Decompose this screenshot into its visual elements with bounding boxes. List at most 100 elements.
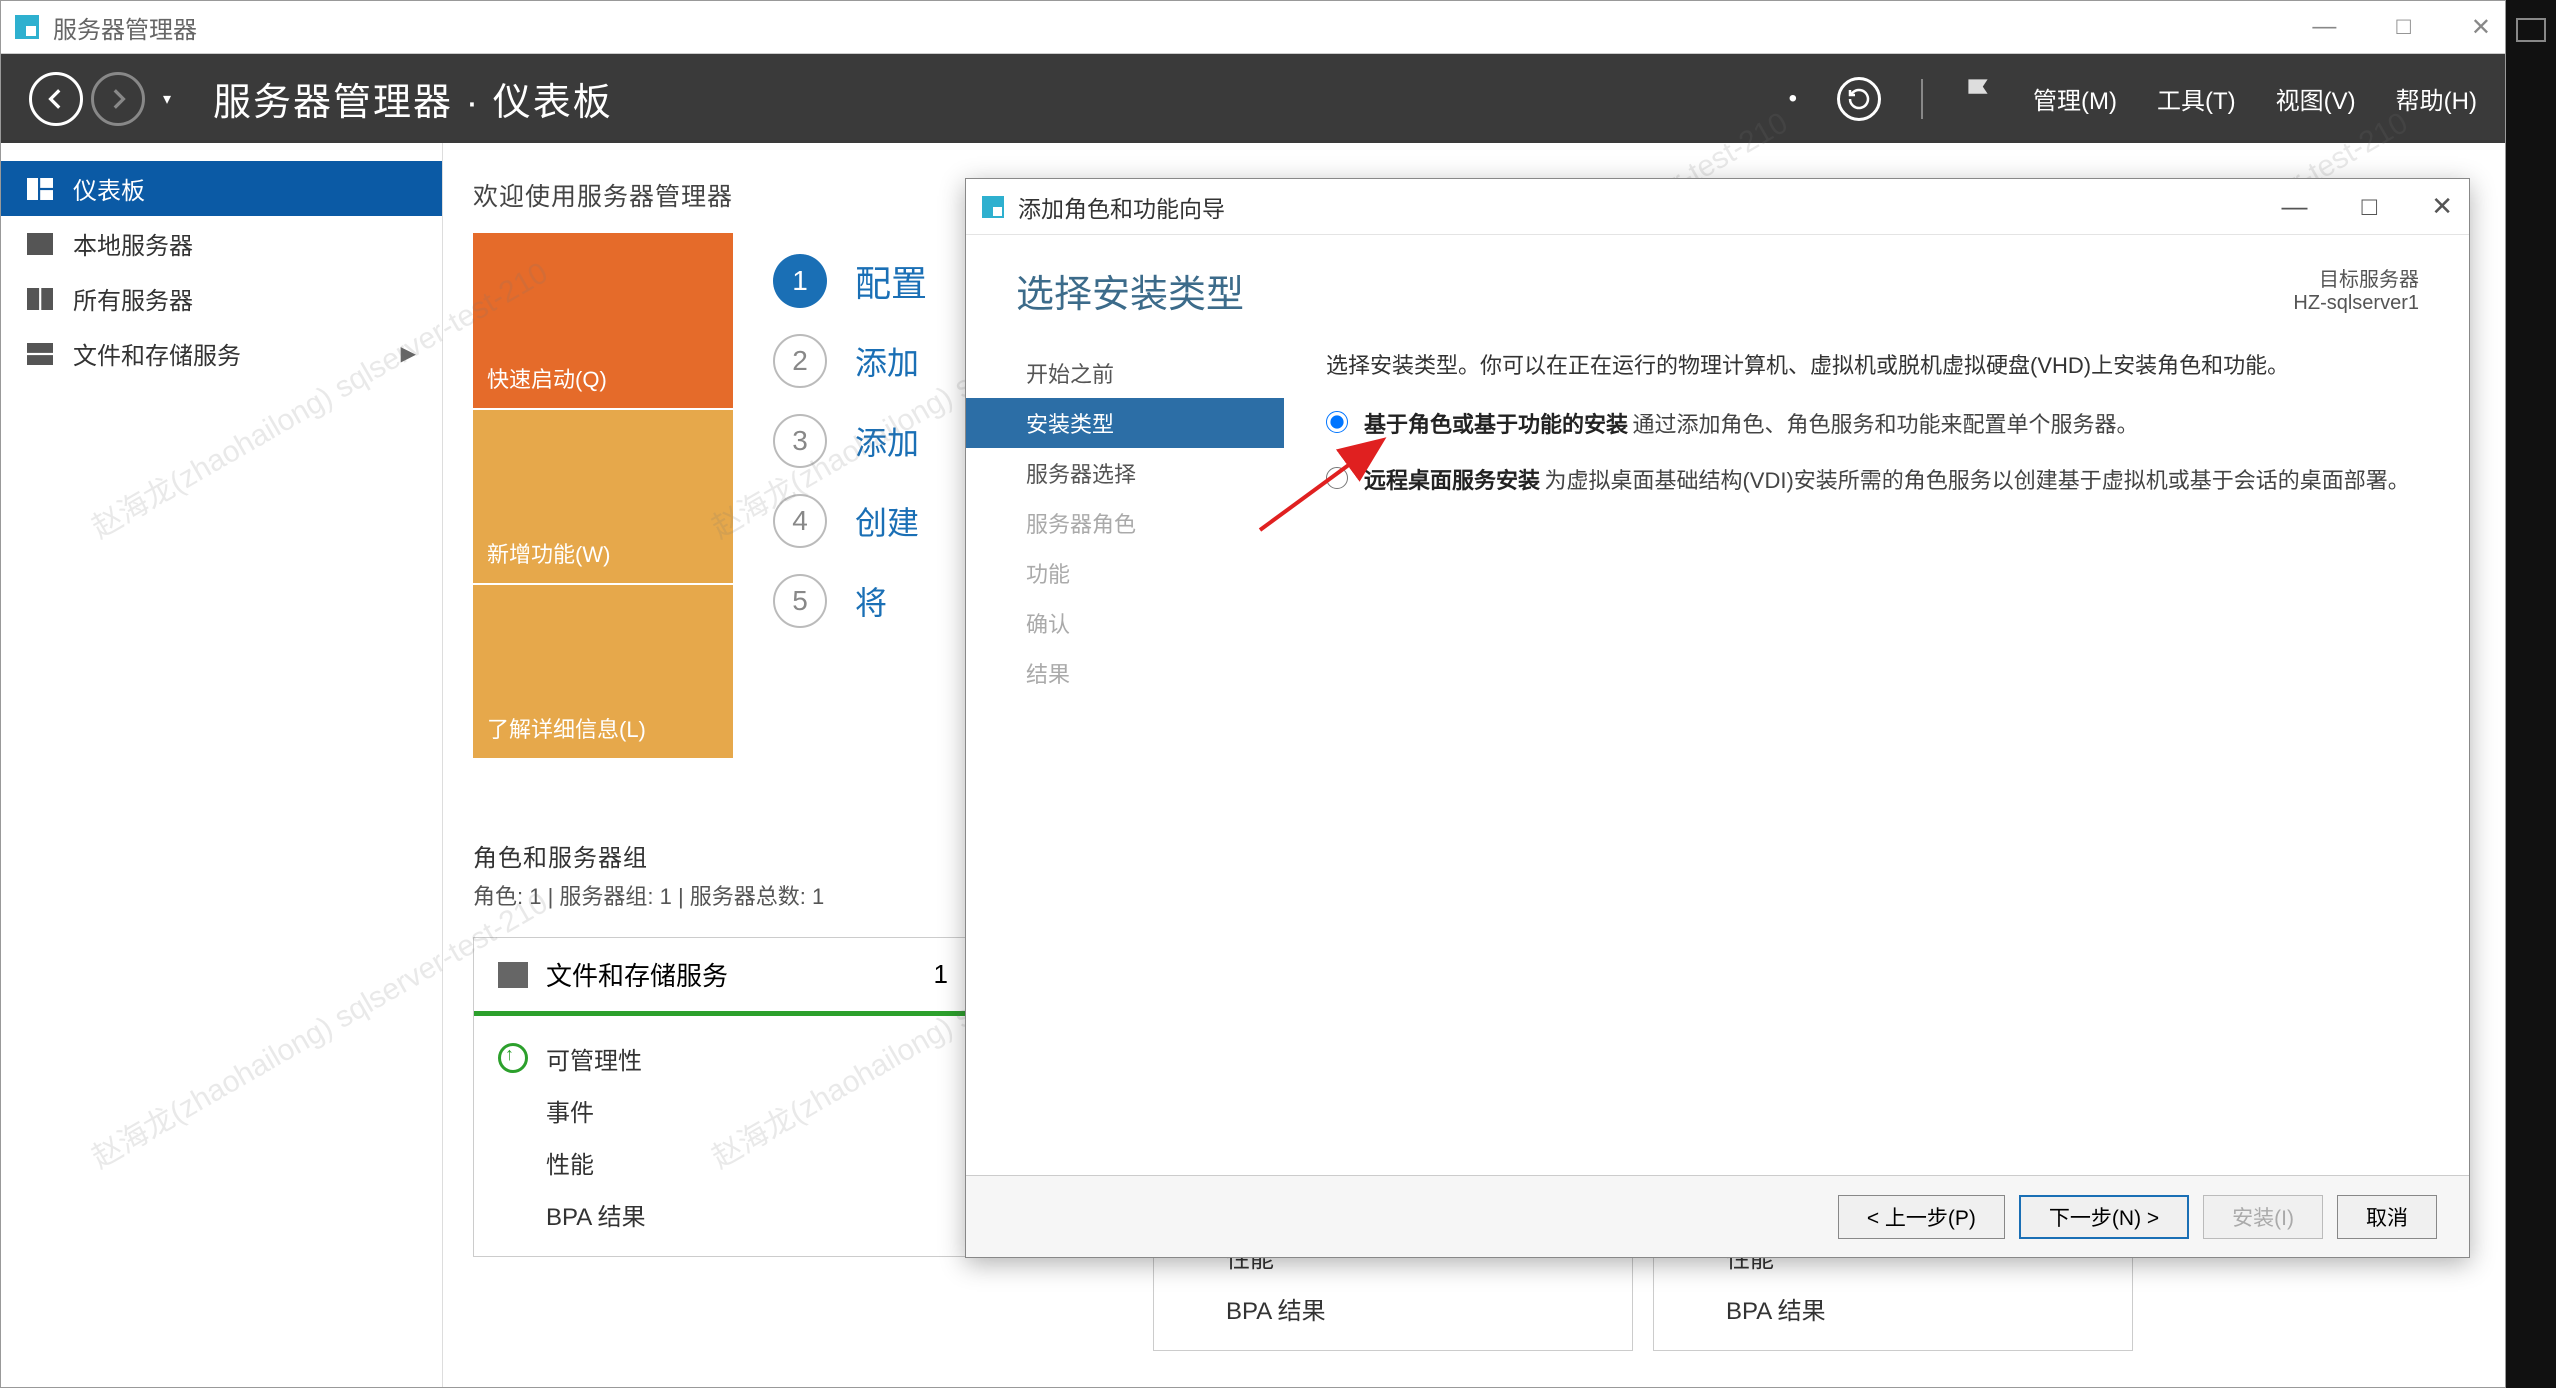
step-label: 创建: [855, 498, 919, 544]
wizard-title: 添加角色和功能向导: [1018, 190, 1225, 224]
role-row-bpa[interactable]: BPA 结果: [1678, 1282, 2108, 1334]
sidebar-item-file-storage[interactable]: 文件和存储服务 ▶: [1, 326, 442, 381]
tile-quick-start[interactable]: 快速启动(Q): [473, 233, 733, 408]
server-icon: [27, 233, 55, 255]
wizard-footer: < 上一步(P) 下一步(N) > 安装(I) 取消: [966, 1175, 2469, 1257]
step-label: 添加: [855, 338, 919, 384]
sidebar-item-label: 文件和存储服务: [73, 336, 241, 371]
chevron-right-icon: ▶: [401, 341, 416, 366]
status-ok-icon: [498, 1043, 528, 1073]
header-bar: ▾ 服务器管理器 · 仪表板 • 管理(M) 工具(T) 视图(V) 帮助(H): [1, 54, 2505, 143]
step-label: 将: [855, 578, 887, 624]
wizard-maximize-button[interactable]: □: [2361, 191, 2377, 222]
step-number: 4: [773, 494, 827, 548]
menu-tools[interactable]: 工具(T): [2157, 81, 2236, 116]
tile-learn-more[interactable]: 了解详细信息(L): [473, 583, 733, 758]
role-row-events[interactable]: 事件: [498, 1084, 948, 1136]
step-label: 配置: [855, 255, 927, 307]
wizard-step-server-roles: 服务器角色: [1014, 498, 1284, 548]
step-number: 1: [773, 254, 827, 308]
sidebar-item-all-servers[interactable]: 所有服务器: [1, 271, 442, 326]
sidebar-item-label: 所有服务器: [73, 281, 193, 316]
target-server-name: HZ-sqlserver1: [2293, 292, 2419, 315]
step-number: 3: [773, 414, 827, 468]
maximize-button[interactable]: □: [2396, 13, 2411, 42]
separator: [1921, 79, 1923, 119]
wizard-target-info: 目标服务器 HZ-sqlserver1: [2293, 263, 2419, 315]
wizard-nav: 开始之前 安装类型 服务器选择 服务器角色 功能 确认 结果: [966, 348, 1284, 1130]
servers-icon: [27, 288, 55, 310]
sidebar-item-label: 仪表板: [73, 171, 145, 206]
role-row-label: BPA 结果: [546, 1197, 646, 1232]
sidebar-item-dashboard[interactable]: 仪表板: [1, 161, 442, 216]
sidebar: 仪表板 本地服务器 所有服务器 文件和存储服务 ▶: [1, 143, 443, 1387]
role-card-count: 1: [934, 959, 948, 990]
install-button: 安装(I): [2203, 1195, 2323, 1239]
role-card-title: 文件和存储服务: [546, 956, 728, 993]
option-rds-install[interactable]: 远程桌面服务安装 为虚拟桌面基础结构(VDI)安装所需的角色服务以创建基于虚拟机…: [1326, 463, 2419, 495]
add-roles-wizard-dialog: 添加角色和功能向导 — □ ✕ 选择安装类型 目标服务器 HZ-sqlserve…: [965, 178, 2470, 1258]
refresh-button[interactable]: [1837, 77, 1881, 121]
dash-indicator: •: [1789, 85, 1797, 113]
wizard-close-button[interactable]: ✕: [2431, 191, 2453, 222]
role-row-bpa[interactable]: BPA 结果: [1178, 1282, 1608, 1334]
close-button[interactable]: ✕: [2471, 13, 2491, 42]
radio-rds[interactable]: [1326, 467, 1348, 489]
option-desc: 通过添加角色、角色服务和功能来配置单个服务器。: [1632, 412, 2138, 437]
sidebar-item-local-server[interactable]: 本地服务器: [1, 216, 442, 271]
role-card-file-storage[interactable]: 文件和存储服务 1 可管理性 事件 性能 BPA 结果: [473, 937, 973, 1257]
wizard-minimize-button[interactable]: —: [2281, 191, 2307, 222]
forward-button[interactable]: [91, 72, 145, 126]
window-title: 服务器管理器: [53, 10, 197, 45]
role-row-label: BPA 结果: [1226, 1291, 1326, 1326]
option-desc: 为虚拟桌面基础结构(VDI)安装所需的角色服务以创建基于虚拟机或基于会话的桌面部…: [1544, 468, 2409, 493]
option-title: 基于角色或基于功能的安装: [1364, 412, 1628, 437]
wizard-step-confirmation: 确认: [1014, 598, 1284, 648]
notifications-flag-icon[interactable]: [1963, 77, 1993, 120]
back-button[interactable]: [29, 72, 83, 126]
previous-button[interactable]: < 上一步(P): [1838, 1195, 2005, 1239]
storage-icon: [27, 343, 55, 365]
role-row-performance[interactable]: 性能: [498, 1136, 948, 1188]
dashboard-icon: [27, 178, 55, 200]
menu-manage[interactable]: 管理(M): [2033, 81, 2117, 116]
role-row-bpa[interactable]: BPA 结果: [498, 1188, 948, 1240]
cancel-button[interactable]: 取消: [2337, 1195, 2437, 1239]
option-role-based-install[interactable]: 基于角色或基于功能的安装 通过添加角色、角色服务和功能来配置单个服务器。: [1326, 407, 2419, 439]
role-row-label: 性能: [546, 1145, 594, 1180]
target-label: 目标服务器: [2293, 263, 2419, 292]
radio-role-based[interactable]: [1326, 411, 1348, 433]
minimize-button[interactable]: —: [2312, 13, 2336, 42]
option-title: 远程桌面服务安装: [1364, 468, 1540, 493]
step-number: 5: [773, 574, 827, 628]
menu-view[interactable]: 视图(V): [2276, 81, 2356, 116]
wizard-step-server-selection[interactable]: 服务器选择: [1014, 448, 1284, 498]
wizard-titlebar: 添加角色和功能向导 — □ ✕: [966, 179, 2469, 235]
tile-label: 快速启动(Q): [487, 362, 607, 394]
wizard-step-results: 结果: [1014, 648, 1284, 698]
role-row-label: 可管理性: [546, 1041, 642, 1076]
wizard-step-installation-type[interactable]: 安装类型: [966, 398, 1284, 448]
step-number: 2: [773, 334, 827, 388]
strip-box-icon: [2516, 18, 2546, 42]
storage-icon: [498, 962, 528, 988]
wizard-intro-text: 选择安装类型。你可以在正在运行的物理计算机、虚拟机或脱机虚拟硬盘(VHD)上安装…: [1326, 348, 2419, 383]
wizard-content: 选择安装类型。你可以在正在运行的物理计算机、虚拟机或脱机虚拟硬盘(VHD)上安装…: [1284, 348, 2469, 1130]
breadcrumb: 服务器管理器 · 仪表板: [213, 71, 613, 126]
tile-label: 新增功能(W): [487, 537, 610, 569]
breadcrumb-dropdown-icon[interactable]: ▾: [163, 89, 171, 109]
tile-whats-new[interactable]: 新增功能(W): [473, 408, 733, 583]
wizard-step-features: 功能: [1014, 548, 1284, 598]
next-button[interactable]: 下一步(N) >: [2019, 1195, 2189, 1239]
role-row-manageability[interactable]: 可管理性: [498, 1032, 948, 1084]
wizard-heading: 选择安装类型: [1016, 263, 1244, 318]
wizard-step-before-begin[interactable]: 开始之前: [1014, 348, 1284, 398]
menu-help[interactable]: 帮助(H): [2396, 81, 2477, 116]
role-row-label: 事件: [546, 1093, 594, 1128]
sidebar-item-label: 本地服务器: [73, 226, 193, 261]
tile-label: 了解详细信息(L): [487, 712, 646, 744]
app-icon: [15, 15, 39, 39]
wizard-icon: [982, 196, 1004, 218]
role-row-label: BPA 结果: [1726, 1291, 1826, 1326]
step-label: 添加: [855, 418, 919, 464]
